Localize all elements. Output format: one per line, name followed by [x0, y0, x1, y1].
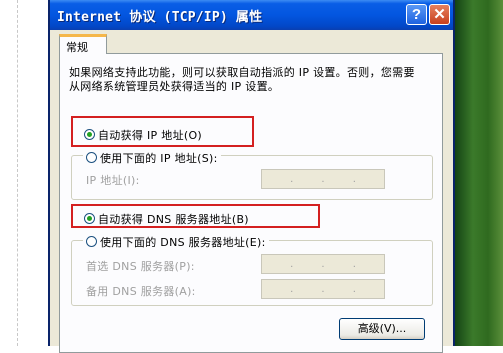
advanced-button[interactable]: 高级(V)... — [339, 318, 425, 340]
manual-dns-option[interactable]: 使用下面的 DNS 服务器地址(E): — [83, 234, 269, 250]
window-title: Internet 协议 (TCP/IP) 属性 — [57, 10, 263, 25]
manual-ip-radio[interactable] — [86, 152, 97, 163]
general-tab-panel — [59, 53, 443, 353]
close-icon: ✕ — [433, 6, 446, 23]
close-button[interactable]: ✕ — [429, 4, 450, 25]
ip-dot: . — [321, 173, 325, 185]
alternate-dns-label: 备用 DNS 服务器(A): — [86, 285, 196, 298]
alternate-dns-field[interactable]: . . . — [261, 279, 385, 299]
highlight-auto-ip — [71, 116, 254, 147]
ip-dot: . — [352, 283, 356, 295]
tcpip-properties-dialog: Internet 协议 (TCP/IP) 属性 ? ✕ 常规 如果网络支持此功能… — [48, 0, 455, 353]
ip-dot: . — [321, 283, 325, 295]
ip-address-label: IP 地址(I): — [86, 174, 140, 187]
tab-general[interactable]: 常规 — [59, 34, 107, 54]
desktop-background — [453, 0, 503, 346]
ip-dot: . — [321, 258, 325, 270]
background-left — [0, 0, 14, 346]
background-divider — [17, 0, 18, 346]
help-button[interactable]: ? — [406, 4, 427, 25]
manual-dns-radio[interactable] — [86, 236, 97, 247]
preferred-dns-field[interactable]: . . . — [261, 254, 385, 274]
help-icon: ? — [411, 6, 422, 23]
preferred-dns-label: 首选 DNS 服务器(P): — [86, 260, 195, 273]
ip-dot: . — [290, 258, 294, 270]
manual-dns-label: 使用下面的 DNS 服务器地址(E): — [100, 236, 266, 249]
ip-dot: . — [290, 173, 294, 185]
ip-address-field[interactable]: . . . — [261, 169, 385, 189]
highlight-auto-dns — [71, 204, 320, 228]
ip-dot: . — [352, 173, 356, 185]
ip-dot: . — [290, 283, 294, 295]
ip-dot: . — [352, 258, 356, 270]
description-text: 如果网络支持此功能，则可以获取自动指派的 IP 设置。否则，您需要从网络系统管理… — [69, 66, 415, 93]
manual-ip-label: 使用下面的 IP 地址(S): — [100, 152, 218, 165]
title-bar[interactable]: Internet 协议 (TCP/IP) 属性 ? ✕ — [50, 0, 453, 30]
manual-ip-option[interactable]: 使用下面的 IP 地址(S): — [83, 150, 221, 166]
